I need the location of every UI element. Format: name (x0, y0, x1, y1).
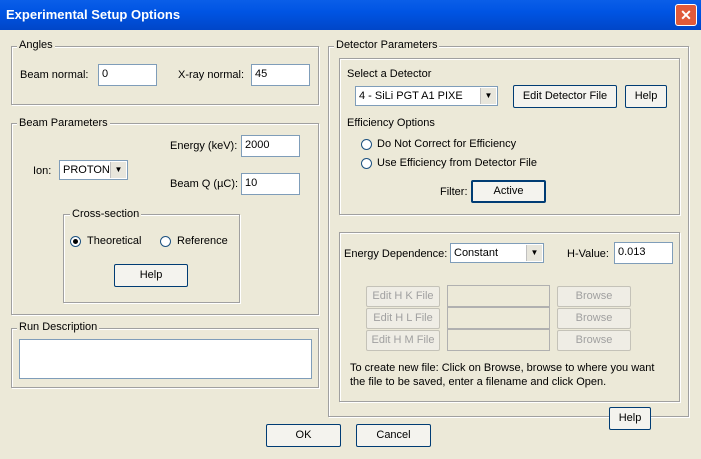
cancel-button[interactable]: Cancel (356, 424, 431, 447)
browse-hl-button[interactable]: Browse (557, 308, 631, 329)
detector-help-button[interactable]: Help (625, 85, 667, 108)
hl-file-field[interactable] (447, 307, 550, 329)
hm-file-field[interactable] (447, 329, 550, 351)
detector-parameters-legend: Detector Parameters (334, 39, 440, 51)
edit-detector-file-button[interactable]: Edit Detector File (513, 85, 617, 108)
edit-hk-file-button[interactable]: Edit H K File (366, 286, 440, 307)
use-file-radio[interactable] (361, 158, 372, 169)
cross-section-help-button[interactable]: Help (114, 264, 188, 287)
efficiency-options-label: Efficiency Options (347, 117, 435, 129)
energy-dependence-value: Constant (454, 247, 499, 259)
theoretical-label[interactable]: Theoretical (87, 235, 141, 247)
chevron-down-icon[interactable]: ▼ (480, 88, 496, 104)
xray-normal-input[interactable]: 45 (251, 64, 310, 86)
instructions-line-1: To create new file: Click on Browse, bro… (350, 362, 655, 374)
angles-legend: Angles (17, 39, 55, 51)
browse-hk-button[interactable]: Browse (557, 286, 631, 307)
theoretical-radio[interactable] (70, 236, 81, 247)
ok-button[interactable]: OK (266, 424, 341, 447)
beam-parameters-legend: Beam Parameters (17, 117, 110, 129)
instructions-line-2: the file to be saved, enter a filename a… (350, 376, 607, 388)
select-detector-label: Select a Detector (347, 68, 432, 80)
browse-hm-button[interactable]: Browse (557, 330, 631, 351)
beamq-input[interactable]: 10 (241, 173, 300, 195)
beam-normal-label: Beam normal: (20, 69, 89, 81)
energy-dependence-select[interactable]: Constant ▼ (450, 243, 544, 263)
detector-select-value: 4 - SiLi PGT A1 PIXE (359, 90, 463, 102)
cross-section-legend: Cross-section (70, 208, 142, 220)
hvalue-label: H-Value: (567, 248, 609, 260)
beam-normal-input[interactable]: 0 (98, 64, 157, 86)
ion-select[interactable]: PROTON ▼ (59, 160, 128, 180)
run-description-input[interactable] (19, 339, 312, 379)
beamq-label: Beam Q (µC): (170, 178, 239, 190)
title-bar[interactable]: Experimental Setup Options ✕ (0, 0, 701, 30)
window-title: Experimental Setup Options (6, 7, 181, 22)
chevron-down-icon[interactable]: ▼ (110, 162, 126, 178)
experimental-setup-dialog: Experimental Setup Options ✕ Angles Beam… (0, 0, 701, 459)
xray-normal-label: X-ray normal: (178, 69, 245, 81)
energy-dependence-label: Energy Dependence: (344, 248, 448, 260)
run-description-legend: Run Description (17, 321, 100, 333)
hk-file-field[interactable] (447, 285, 550, 307)
reference-radio[interactable] (160, 236, 171, 247)
help-button[interactable]: Help (609, 407, 651, 430)
no-correct-label[interactable]: Do Not Correct for Efficiency (377, 138, 516, 150)
cross-section-group (63, 214, 240, 303)
ion-label: Ion: (33, 165, 52, 177)
edit-hm-file-button[interactable]: Edit H M File (366, 330, 440, 351)
close-icon[interactable]: ✕ (675, 4, 697, 26)
use-file-label[interactable]: Use Efficiency from Detector File (377, 157, 537, 169)
reference-label[interactable]: Reference (177, 235, 228, 247)
energy-input[interactable]: 2000 (241, 135, 300, 157)
hvalue-input[interactable]: 0.013 (614, 242, 673, 264)
filter-label: Filter: (440, 186, 468, 198)
detector-select[interactable]: 4 - SiLi PGT A1 PIXE ▼ (355, 86, 498, 106)
ion-select-value: PROTON (63, 164, 110, 176)
edit-hl-file-button[interactable]: Edit H L File (366, 308, 440, 329)
no-correct-radio[interactable] (361, 139, 372, 150)
energy-label: Energy (keV): (170, 140, 238, 152)
filter-active-button[interactable]: Active (471, 180, 546, 203)
chevron-down-icon[interactable]: ▼ (526, 245, 542, 261)
